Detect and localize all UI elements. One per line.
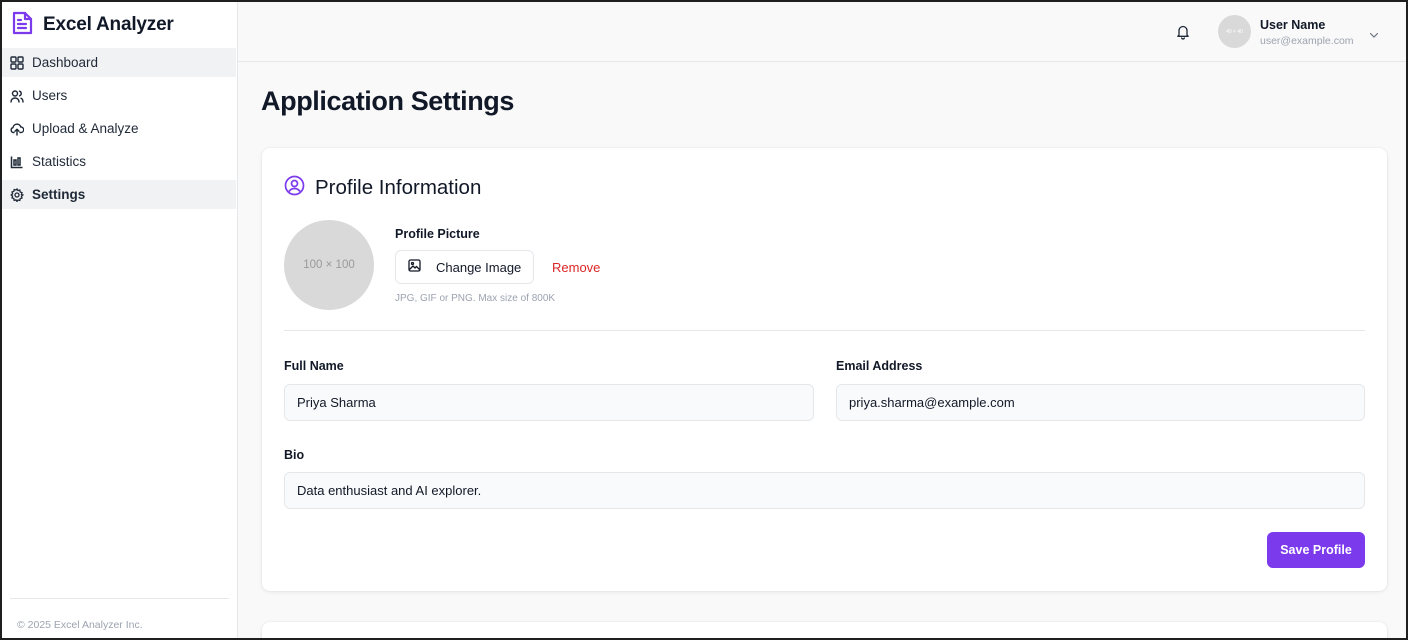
- user-email: user@example.com: [1260, 35, 1354, 47]
- remove-image-button[interactable]: Remove: [552, 260, 600, 275]
- sidebar-footer: © 2025 Excel Analyzer Inc.: [10, 598, 229, 638]
- profile-picture-hint: JPG, GIF or PNG. Max size of 800K: [395, 293, 556, 304]
- sidebar-item-users[interactable]: Users: [2, 81, 236, 110]
- topbar: 40 × 40 User Name user@example.com: [238, 2, 1406, 62]
- profile-picture-label: Profile Picture: [395, 227, 480, 241]
- full-name-input[interactable]: [284, 384, 814, 421]
- app-window: Excel Analyzer Dashboard Users Upload & …: [0, 0, 1408, 640]
- save-profile-button[interactable]: Save Profile: [1267, 532, 1365, 568]
- document-icon: [11, 11, 33, 40]
- upload-cloud-icon: [10, 122, 24, 136]
- sidebar: Excel Analyzer Dashboard Users Upload & …: [2, 2, 238, 638]
- profile-card: Profile Information 100 × 100 Profile Pi…: [262, 148, 1387, 591]
- users-icon: [10, 89, 24, 103]
- chevron-down-icon[interactable]: [1369, 26, 1379, 38]
- sidebar-item-statistics[interactable]: Statistics: [2, 147, 236, 176]
- section-header: Profile Information: [284, 175, 481, 201]
- next-settings-card: [262, 622, 1387, 638]
- sidebar-item-label: Users: [32, 88, 68, 103]
- sidebar-item-label: Settings: [32, 187, 86, 202]
- bell-icon[interactable]: [1176, 24, 1190, 40]
- section-title: Profile Information: [315, 176, 482, 199]
- page-title: Application Settings: [261, 86, 515, 116]
- bar-chart-icon: [10, 155, 24, 169]
- bio-input[interactable]: [284, 472, 1365, 509]
- sidebar-item-upload-analyze[interactable]: Upload & Analyze: [2, 114, 236, 143]
- sidebar-item-label: Statistics: [32, 154, 87, 169]
- email-input[interactable]: [836, 384, 1365, 421]
- bio-label: Bio: [284, 448, 305, 462]
- sidebar-item-label: Upload & Analyze: [32, 121, 139, 136]
- sidebar-nav: Dashboard Users Upload & Analyze Statist…: [2, 48, 237, 209]
- email-label: Email Address: [836, 359, 923, 373]
- user-circle-icon: [284, 175, 305, 201]
- avatar[interactable]: 40 × 40: [1218, 15, 1251, 48]
- profile-picture: 100 × 100: [284, 220, 374, 310]
- dashboard-grid-icon: [10, 55, 24, 70]
- sidebar-item-dashboard[interactable]: Dashboard: [2, 48, 236, 77]
- image-icon: [408, 259, 436, 275]
- sidebar-item-settings[interactable]: Settings: [2, 180, 236, 209]
- user-name[interactable]: User Name: [1260, 18, 1325, 32]
- full-name-label: Full Name: [284, 359, 344, 373]
- sidebar-item-label: Dashboard: [32, 55, 99, 70]
- brand[interactable]: Excel Analyzer: [2, 2, 237, 48]
- change-image-button[interactable]: Change Image: [395, 250, 534, 284]
- gear-icon: [10, 187, 24, 202]
- divider: [284, 330, 1365, 331]
- app-name: Excel Analyzer: [43, 14, 174, 35]
- change-image-label: Change Image: [436, 259, 522, 275]
